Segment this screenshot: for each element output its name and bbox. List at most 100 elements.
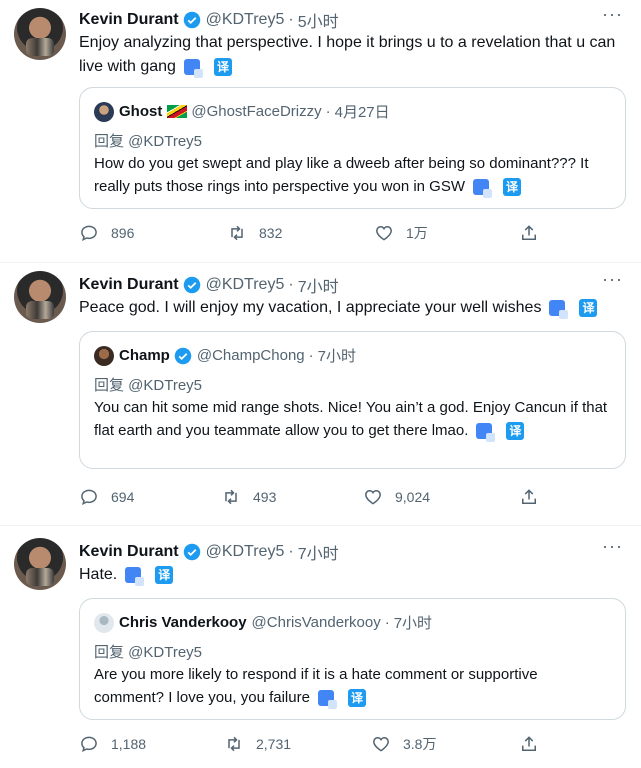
author-handle[interactable]: @KDTrey5	[206, 276, 285, 294]
author-handle[interactable]: @KDTrey5	[206, 543, 285, 561]
timestamp[interactable]: 5小时	[298, 8, 339, 32]
quoted-tweet[interactable]: Ghost @GhostFaceDrizzy · 4月27日 回复 @KDTre…	[79, 87, 626, 209]
tweet-header: Kevin Durant @KDTrey5 · 7小时	[79, 540, 339, 564]
action-bar: 1,188 2,731 3.8万	[79, 734, 549, 756]
quote-header: Champ @ChampChong · 7小时	[94, 345, 356, 366]
avatar[interactable]	[14, 8, 66, 60]
retweet-button[interactable]: 493	[221, 487, 276, 507]
google-translate-icon[interactable]	[476, 423, 496, 443]
retweet-icon	[231, 225, 243, 241]
like-icon	[376, 225, 392, 241]
share-button[interactable]	[519, 734, 551, 754]
quote-author-handle: @ChampChong	[196, 347, 305, 364]
like-count: 1万	[406, 225, 428, 241]
timestamp[interactable]: 7小时	[298, 273, 339, 297]
quote-author-name: Champ	[119, 347, 170, 364]
quote-author-name: Chris Vanderkooy	[119, 614, 247, 631]
retweet-button[interactable]: 2,731	[224, 734, 291, 754]
reply-to-label: 回复 @KDTrey5	[94, 644, 203, 661]
reply-count: 694	[111, 489, 135, 505]
like-count: 3.8万	[403, 736, 437, 752]
retweet-icon	[225, 489, 237, 505]
reply-to-label: 回复 @KDTrey5	[94, 377, 203, 394]
retweet-icon	[228, 736, 240, 752]
quote-header: Chris Vanderkooy @ChrisVanderkooy · 7小时	[94, 612, 432, 633]
separator: ·	[325, 103, 331, 120]
share-icon	[522, 225, 536, 240]
reply-count: 1,188	[111, 736, 147, 752]
translate-icon[interactable]: 译	[503, 178, 522, 197]
share-icon	[522, 736, 536, 751]
tweet[interactable]: Kevin Durant @KDTrey5 · 5小时 ··· Enjoy an…	[0, 0, 641, 263]
tweet-header: Kevin Durant @KDTrey5 · 7小时	[79, 273, 339, 297]
avatar[interactable]	[14, 271, 66, 323]
like-button[interactable]: 1万	[374, 223, 428, 243]
quote-timestamp: 7小时	[393, 615, 433, 632]
like-button[interactable]: 9,024	[363, 487, 430, 507]
quote-text-block: How do you get swept and play like a dwe…	[94, 152, 611, 199]
separator: ·	[288, 11, 294, 28]
tweet-text-block: Peace god. I will enjoy my vacation, I a…	[79, 296, 627, 320]
reply-button[interactable]: 694	[79, 487, 134, 507]
avatar	[94, 345, 114, 366]
reply-icon	[81, 736, 97, 753]
google-translate-icon[interactable]	[549, 299, 569, 319]
separator: ·	[288, 543, 294, 560]
verified-badge-icon	[183, 11, 201, 29]
google-translate-icon[interactable]	[183, 58, 203, 78]
translate-icon[interactable]: 译	[155, 565, 174, 584]
separator: ·	[308, 347, 314, 364]
like-icon	[373, 736, 389, 752]
more-icon[interactable]: ···	[602, 4, 623, 25]
reply-count: 896	[111, 225, 135, 241]
action-bar: 694 493 9,024	[79, 487, 549, 509]
quote-timestamp: 7小时	[317, 348, 356, 365]
quote-header: Ghost @GhostFaceDrizzy · 4月27日	[94, 101, 390, 122]
author-name[interactable]: Kevin Durant	[79, 11, 179, 29]
share-button[interactable]	[519, 223, 551, 243]
tweet-text-block: Enjoy analyzing that perspective. I hope…	[79, 31, 627, 79]
author-handle[interactable]: @KDTrey5	[206, 11, 285, 29]
translate-icon[interactable]: 译	[347, 689, 366, 708]
tweet[interactable]: Kevin Durant @KDTrey5 · 7小时 ··· Peace go…	[0, 263, 641, 526]
reply-button[interactable]: 896	[79, 223, 134, 243]
avatar	[94, 101, 114, 122]
quote-text-block: Are you more likely to respond if it is …	[94, 663, 611, 710]
verified-badge-icon	[183, 543, 201, 561]
quoted-tweet[interactable]: Chris Vanderkooy @ChrisVanderkooy · 7小时 …	[79, 598, 626, 720]
tweet[interactable]: Kevin Durant @KDTrey5 · 7小时 ··· Hate. 译 C…	[0, 526, 641, 768]
translate-icon[interactable]: 译	[579, 298, 598, 317]
avatar	[94, 612, 114, 633]
share-icon	[522, 489, 536, 504]
separator: ·	[288, 276, 294, 293]
reply-button[interactable]: 1,188	[79, 734, 146, 754]
more-icon[interactable]: ···	[602, 536, 623, 557]
like-count: 9,024	[395, 489, 431, 505]
google-translate-icon[interactable]	[317, 690, 337, 710]
translate-icon[interactable]: 译	[506, 422, 525, 441]
quote-timestamp: 4月27日	[334, 104, 390, 121]
action-bar: 896 832 1万	[79, 223, 549, 245]
retweet-count: 832	[259, 225, 283, 241]
translate-icon[interactable]: 译	[213, 57, 232, 76]
share-button[interactable]	[519, 487, 551, 507]
quote-author-name: Ghost	[119, 103, 163, 120]
tweet-text: Enjoy analyzing that perspective. I hope…	[79, 34, 616, 75]
retweet-button[interactable]: 832	[227, 223, 282, 243]
quote-text-block: You can hit some mid range shots. Nice! …	[94, 396, 611, 443]
separator: ·	[384, 614, 390, 631]
tweet-text: Hate.	[79, 566, 118, 583]
google-translate-icon[interactable]	[473, 179, 493, 199]
timestamp[interactable]: 7小时	[298, 540, 339, 564]
quote-text: Are you more likely to respond if it is …	[94, 666, 538, 706]
like-button[interactable]: 3.8万	[371, 734, 436, 754]
reply-icon	[81, 225, 97, 242]
more-icon[interactable]: ···	[602, 269, 623, 290]
tweet-header: Kevin Durant @KDTrey5 · 5小时	[79, 8, 339, 32]
reply-to-label: 回复 @KDTrey5	[94, 133, 203, 150]
author-name[interactable]: Kevin Durant	[79, 276, 179, 294]
author-name[interactable]: Kevin Durant	[79, 543, 179, 561]
quoted-tweet[interactable]: Champ @ChampChong · 7小时 回复 @KDTrey5 You …	[79, 331, 626, 469]
google-translate-icon[interactable]	[125, 566, 145, 586]
avatar[interactable]	[14, 538, 66, 590]
